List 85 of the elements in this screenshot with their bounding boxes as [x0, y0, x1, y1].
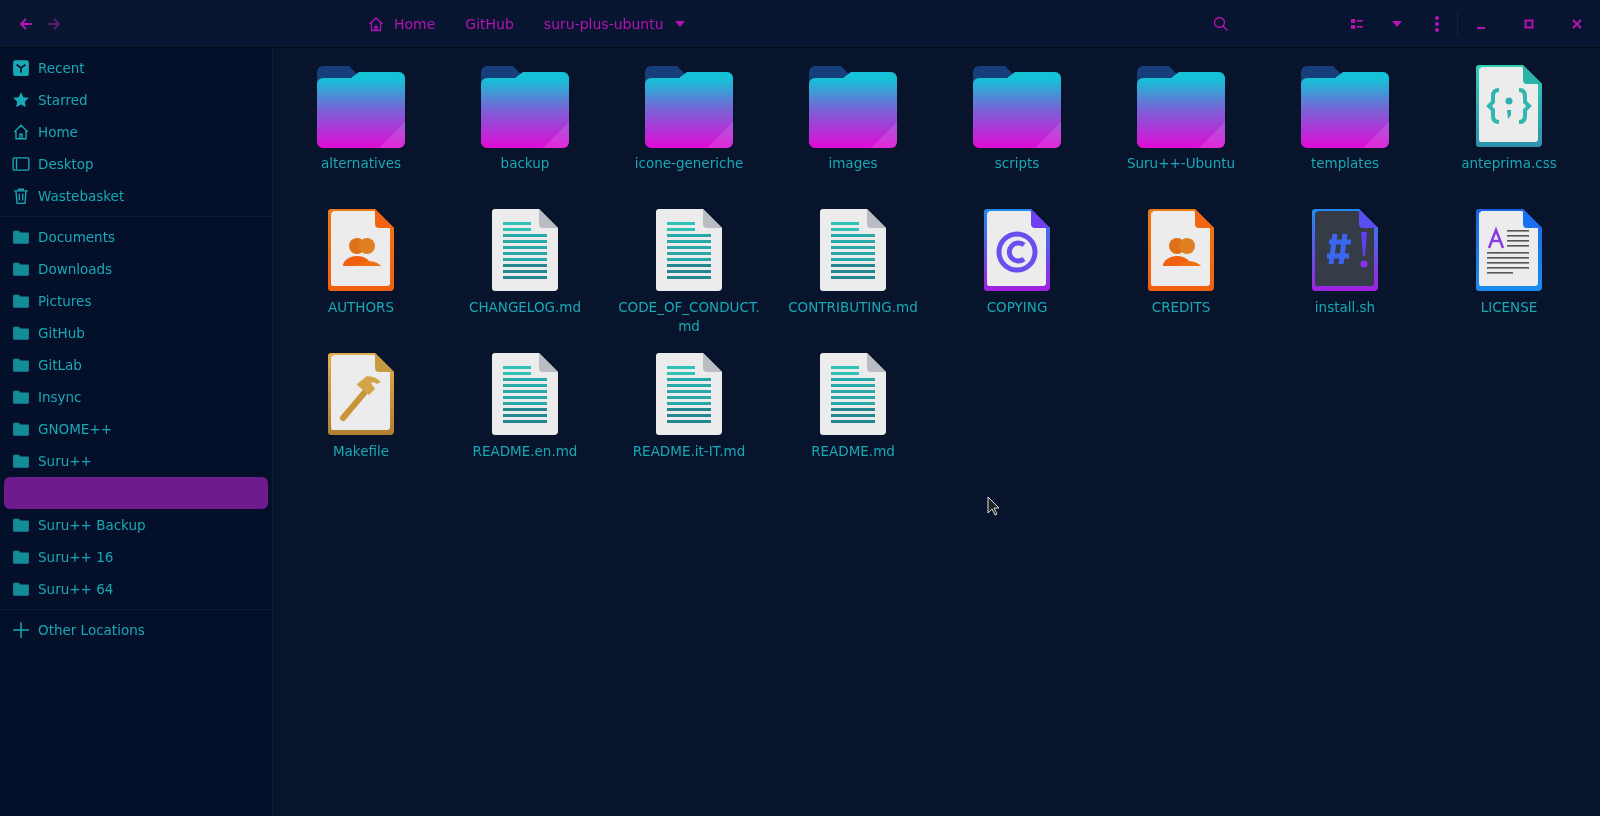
- kebab-menu-icon: [1435, 15, 1439, 32]
- sidebar-item[interactable]: Home: [4, 116, 268, 148]
- mouse-pointer-icon: [987, 496, 1000, 516]
- file-name[interactable]: README.en.md: [450, 442, 600, 480]
- search-icon: [1213, 15, 1229, 32]
- folder-icon: [12, 548, 30, 566]
- text-file-icon: [655, 352, 723, 436]
- file-name[interactable]: CREDITS: [1106, 298, 1256, 336]
- file-name[interactable]: LICENSE: [1434, 298, 1584, 336]
- trash-icon: [12, 187, 30, 205]
- hammer-file-icon: [327, 352, 395, 436]
- sidebar-item[interactable]: Downloads: [4, 253, 268, 285]
- minimize-icon: [1476, 26, 1486, 29]
- file-name[interactable]: COPYING: [942, 298, 1092, 336]
- folder-icon: [12, 388, 30, 406]
- star-icon: [12, 91, 30, 109]
- text-file-icon: [819, 352, 887, 436]
- folder-icon: [12, 420, 30, 438]
- folder-icon: [809, 66, 897, 148]
- sidebar-item[interactable]: Starred: [4, 84, 268, 116]
- file-name[interactable]: CONTRIBUTING.md: [778, 298, 928, 336]
- folder-icon: [12, 580, 30, 598]
- sidebar-item[interactable]: Suru++ 16: [4, 541, 268, 573]
- people-file-icon: [327, 208, 395, 292]
- sidebar-item[interactable]: Desktop: [4, 148, 268, 180]
- file-name[interactable]: CODE_OF_CONDUCT.md: [614, 298, 764, 336]
- file-name[interactable]: templates: [1270, 154, 1420, 192]
- desktop-icon: [12, 155, 30, 173]
- sidebar-item[interactable]: GitHub: [4, 317, 268, 349]
- file-name[interactable]: install.sh: [1270, 298, 1420, 336]
- plus-icon: [12, 621, 30, 639]
- file-name[interactable]: icone-generiche: [614, 154, 764, 192]
- file-name[interactable]: backup: [450, 154, 600, 192]
- file-name[interactable]: AUTHORS: [286, 298, 436, 336]
- sidebar-item[interactable]: Suru++: [4, 445, 268, 477]
- folder-icon: [1137, 66, 1225, 148]
- folder-icon: [12, 228, 30, 246]
- folder-icon: [481, 66, 569, 148]
- list-view-icon: [1351, 17, 1365, 30]
- sidebar-item[interactable]: Other Locations: [4, 614, 268, 646]
- sidebar-item[interactable]: Suru++ Backup: [4, 509, 268, 541]
- sidebar-item[interactable]: Pictures: [4, 285, 268, 317]
- sidebar-item[interactable]: GNOME++: [4, 413, 268, 445]
- text-file-icon: [655, 208, 723, 292]
- folder-icon: [12, 324, 30, 342]
- file-name[interactable]: images: [778, 154, 928, 192]
- folder-icon: [1301, 66, 1389, 148]
- caret-icon: [673, 19, 686, 28]
- text-file-icon: [491, 352, 559, 436]
- folder-icon: [12, 292, 30, 310]
- people-file-icon: [1147, 208, 1215, 292]
- folder-icon: [12, 452, 30, 470]
- folder-icon: [12, 356, 30, 374]
- sidebar-item[interactable]: Suru++ 64: [4, 573, 268, 605]
- close-icon: [1572, 18, 1582, 29]
- folder-icon: [317, 66, 405, 148]
- sidebar-item[interactable]: Documents: [4, 221, 268, 253]
- file-name[interactable]: anteprima.css: [1434, 154, 1584, 192]
- folder-icon: [645, 66, 733, 148]
- sidebar-item[interactable]: Recent: [4, 52, 268, 84]
- text-file-icon: [491, 208, 559, 292]
- file-name[interactable]: CHANGELOG.md: [450, 298, 600, 336]
- caret-icon: [1391, 19, 1403, 28]
- file-name[interactable]: alternatives: [286, 154, 436, 192]
- home-icon: [368, 15, 384, 32]
- text-file-icon: [819, 208, 887, 292]
- copyright-file-icon: [983, 208, 1051, 292]
- forward-arrow-icon: [46, 15, 62, 32]
- back-arrow-icon: [18, 15, 34, 32]
- file-name[interactable]: Makefile: [286, 442, 436, 480]
- folder-icon: [12, 260, 30, 278]
- hash-file-icon: [1311, 208, 1379, 292]
- folder-icon: [12, 516, 30, 534]
- file-name[interactable]: README.md: [778, 442, 928, 480]
- document-file-icon: [1475, 208, 1543, 292]
- folder-icon: [973, 66, 1061, 148]
- maximize-icon: [1524, 18, 1534, 29]
- braces-file-icon: [1475, 64, 1543, 148]
- sidebar-item[interactable]: Wastebasket: [4, 180, 268, 212]
- file-name[interactable]: Suru++-Ubuntu: [1106, 154, 1256, 192]
- file-name[interactable]: README.it-IT.md: [614, 442, 764, 480]
- sidebar-item[interactable]: GitLab: [4, 349, 268, 381]
- sidebar-item[interactable]: Insync: [4, 381, 268, 413]
- file-name[interactable]: scripts: [942, 154, 1092, 192]
- home-icon: [12, 123, 30, 141]
